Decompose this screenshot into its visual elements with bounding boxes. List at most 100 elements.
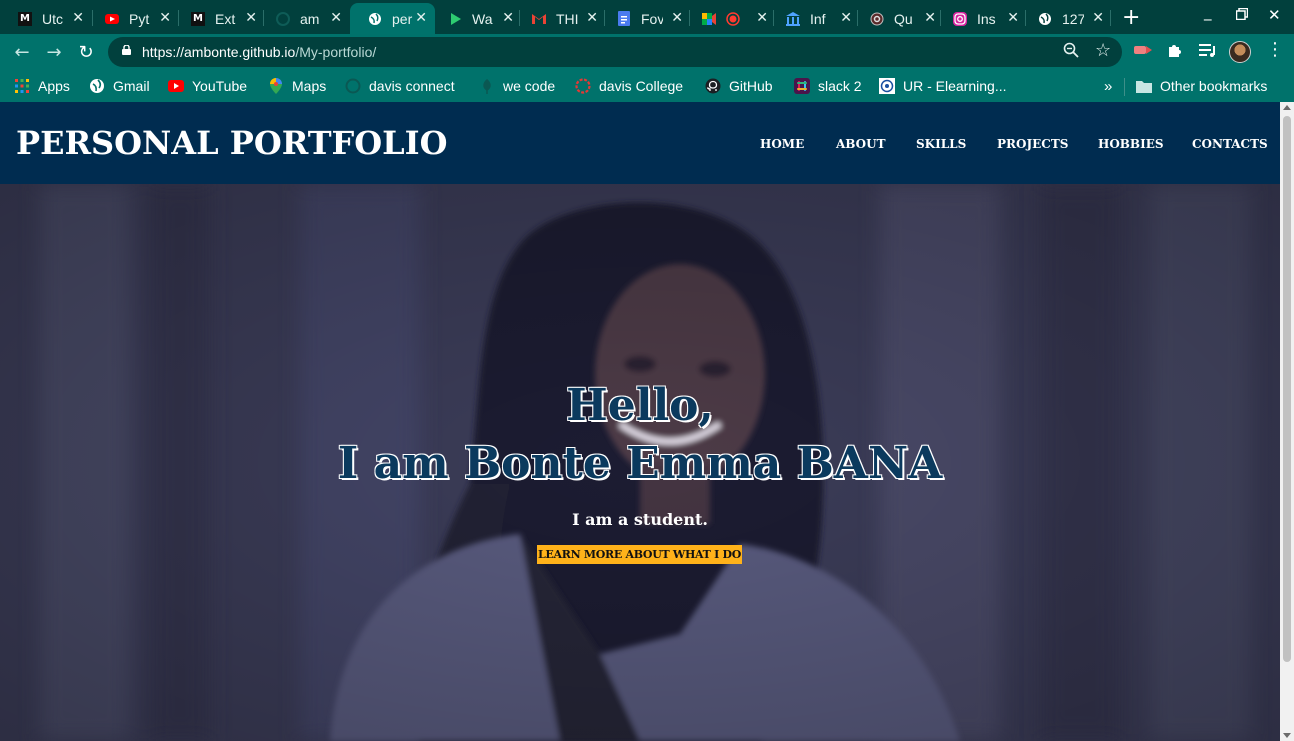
bookmark-slack-2[interactable]: slack 2	[794, 76, 862, 96]
tab-1[interactable]: Pyt ✕	[87, 3, 179, 34]
reload-icon[interactable]: ↻	[74, 40, 98, 64]
recording-icon	[726, 11, 740, 26]
folder-icon	[1136, 78, 1152, 94]
media-queue-icon[interactable]	[1199, 42, 1217, 61]
quora-icon	[870, 12, 884, 26]
tab-3[interactable]: am ✕	[258, 3, 350, 34]
hero-name: I am Bonte Emma BANA	[337, 438, 943, 489]
zoom-icon[interactable]	[1063, 42, 1079, 62]
other-bookmarks[interactable]: Other bookmarks	[1136, 76, 1267, 96]
tab-title: Ext	[215, 10, 236, 27]
tab-12[interactable]: 127 ✕	[1020, 3, 1112, 34]
restore-icon[interactable]	[1235, 6, 1249, 24]
bookmarks-bar: Apps Gmail YouTube Maps davis connect we…	[0, 70, 1294, 102]
bookmark-github[interactable]: GitHub	[705, 76, 773, 96]
close-icon[interactable]: ✕	[671, 10, 683, 26]
tab-title: Inf	[810, 10, 826, 27]
nav-skills[interactable]: SKILLS	[916, 137, 966, 151]
site-header: PERSONAL PORTFOLIO HOME ABOUT SKILLS PRO…	[0, 102, 1280, 184]
close-icon[interactable]: ✕	[840, 10, 852, 26]
nav-home[interactable]: HOME	[760, 137, 804, 151]
bookmarks-overflow-button[interactable]: »	[1104, 76, 1112, 96]
tab-7[interactable]: Fov ✕	[599, 3, 691, 34]
extensions-puzzle-icon[interactable]	[1167, 42, 1183, 62]
tab-title: Qu	[894, 10, 913, 27]
hero-section: Hello, I am Bonte Emma BANA I am a stude…	[0, 184, 1280, 741]
tab-title: Pyt	[129, 10, 150, 27]
bookmark-davis-connect[interactable]: davis connect	[345, 76, 455, 96]
tab-5[interactable]: Wa ✕	[430, 3, 522, 34]
bookmark-label: davis College	[599, 78, 684, 94]
nav-hobbies[interactable]: HOBBIES	[1098, 137, 1164, 151]
tab-0[interactable]: M Utc ✕	[0, 3, 92, 34]
globe-icon	[368, 12, 382, 26]
nav-projects[interactable]: PROJECTS	[997, 137, 1068, 151]
scroll-down-arrow-icon[interactable]	[1283, 733, 1291, 738]
tab-title: Fov	[641, 10, 663, 27]
close-icon[interactable]: ✕	[502, 10, 514, 26]
menu-kebab-icon[interactable]: ⋮	[1266, 39, 1284, 60]
tab-10[interactable]: Qu ✕	[852, 3, 944, 34]
bookmark-label: UR - Elearning...	[903, 78, 1007, 94]
bookmark-label: davis connect	[369, 78, 455, 94]
close-icon[interactable]: ✕	[415, 10, 427, 26]
browser-toolbar: ← → ↻ https://ambonte.github.io/My-portf…	[0, 34, 1294, 70]
close-icon[interactable]: ✕	[72, 10, 84, 26]
bookmark-label: Maps	[292, 78, 327, 94]
bookmarks-divider	[1124, 78, 1125, 96]
bookmark-youtube[interactable]: YouTube	[168, 76, 247, 96]
url-host: https://ambonte.github.io	[142, 44, 296, 60]
url-path: /My-portfolio/	[295, 44, 377, 60]
close-window-icon[interactable]: ✕	[1268, 6, 1281, 24]
nav-contacts[interactable]: CONTACTS	[1192, 137, 1268, 151]
learn-more-button[interactable]: LEARN MORE ABOUT WHAT I DO	[537, 545, 742, 564]
address-bar[interactable]: https://ambonte.github.io/My-portfolio/ …	[108, 37, 1122, 67]
minimize-icon[interactable]: _	[1204, 3, 1212, 21]
github-icon	[705, 78, 721, 94]
bookmark-label: YouTube	[192, 78, 248, 94]
tab-9[interactable]: Inf ✕	[768, 3, 860, 34]
bookmark-ur-elearning[interactable]: UR - Elearning...	[879, 76, 1006, 96]
close-icon[interactable]: ✕	[245, 10, 257, 26]
other-bookmarks-label: Other bookmarks	[1160, 78, 1268, 94]
close-icon[interactable]: ✕	[330, 10, 342, 26]
bookmark-label: Apps	[38, 78, 70, 94]
ring-icon	[575, 78, 591, 94]
tab-6[interactable]: THI ✕	[514, 3, 606, 34]
institution-icon	[786, 11, 800, 26]
bookmark-davis-college[interactable]: davis College	[575, 76, 683, 96]
new-tab-button[interactable]: +	[1122, 5, 1140, 30]
tab-title: am	[300, 10, 320, 27]
tab-4[interactable]: per ✕	[350, 3, 435, 34]
extension-cast-icon[interactable]	[1134, 42, 1152, 61]
slack-icon	[794, 78, 810, 94]
nav-about[interactable]: ABOUT	[836, 137, 886, 151]
tab-title: Ins	[977, 10, 996, 27]
bookmark-apps[interactable]: Apps	[14, 76, 70, 96]
close-icon[interactable]: ✕	[756, 10, 768, 26]
bookmark-gmail[interactable]: Gmail	[89, 76, 150, 96]
bookmark-star-icon[interactable]: ☆	[1095, 40, 1111, 61]
back-icon[interactable]: ←	[10, 40, 34, 64]
close-icon[interactable]: ✕	[1092, 10, 1104, 26]
tab-title: per	[392, 10, 413, 27]
close-icon[interactable]: ✕	[586, 10, 598, 26]
page-scrollbar[interactable]	[1280, 102, 1294, 741]
scroll-up-arrow-icon[interactable]	[1283, 105, 1291, 110]
tab-divider	[1110, 10, 1111, 26]
close-icon[interactable]: ✕	[1007, 10, 1019, 26]
bookmark-maps[interactable]: Maps	[268, 76, 326, 96]
youtube-icon	[105, 12, 119, 26]
forward-icon[interactable]: →	[42, 40, 66, 64]
hero-tagline: I am a student.	[572, 510, 708, 529]
close-icon[interactable]: ✕	[159, 10, 171, 26]
site-brand[interactable]: PERSONAL PORTFOLIO	[16, 124, 447, 162]
medium-icon: M	[191, 11, 205, 26]
scroll-thumb[interactable]	[1283, 116, 1291, 662]
tab-11[interactable]: Ins ✕	[935, 3, 1027, 34]
tab-8[interactable]: ✕	[684, 3, 776, 34]
bookmark-we-code[interactable]: we code	[479, 76, 555, 96]
page-viewport: PERSONAL PORTFOLIO HOME ABOUT SKILLS PRO…	[0, 102, 1280, 741]
tab-2[interactable]: M Ext ✕	[173, 3, 265, 34]
profile-avatar[interactable]	[1229, 41, 1251, 63]
